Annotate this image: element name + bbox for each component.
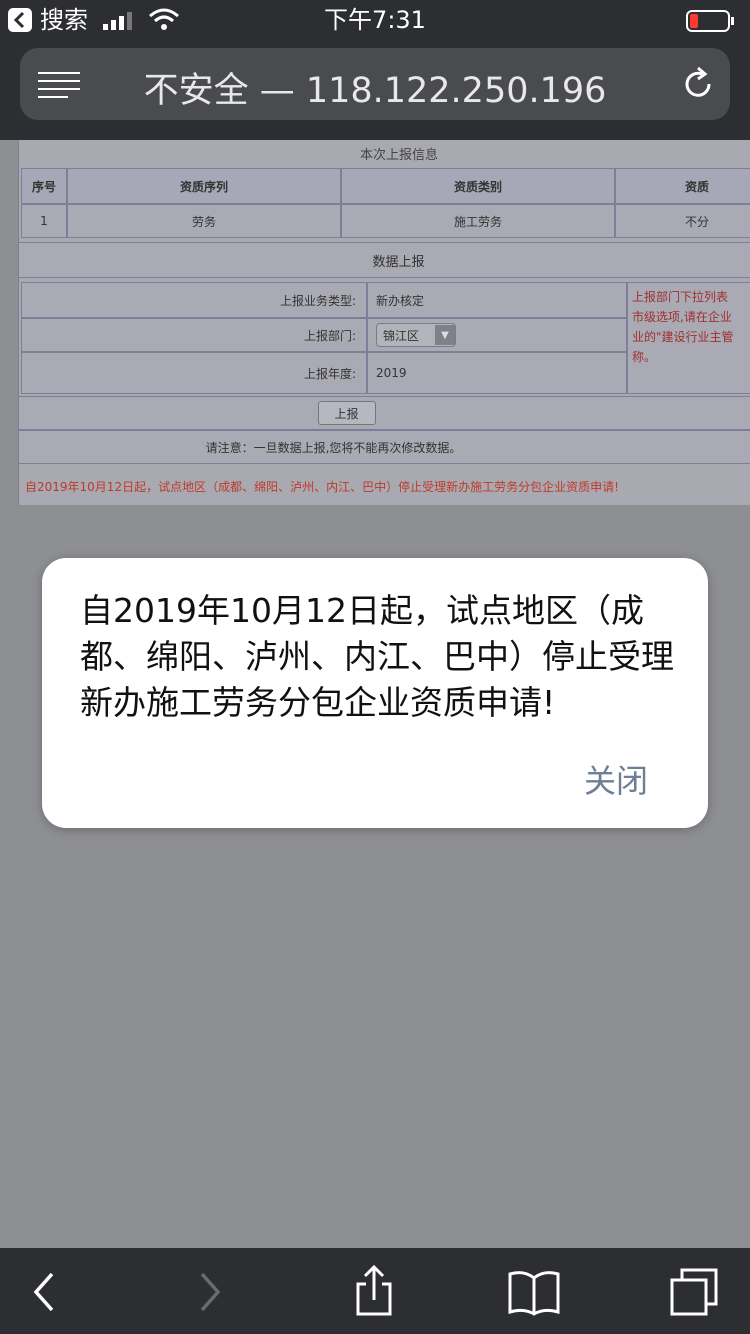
browser-toolbar bbox=[0, 1248, 750, 1334]
alert-dialog: 自2019年10月12日起，试点地区（成都、绵阳、泸州、内江、巴中）停止受理新办… bbox=[42, 558, 708, 828]
department-select-value: 锦江区 bbox=[383, 328, 420, 343]
reload-icon[interactable] bbox=[680, 66, 716, 102]
table-cell: 不分 bbox=[615, 204, 750, 238]
tabs-icon[interactable] bbox=[664, 1262, 724, 1322]
department-label: 上报部门: bbox=[21, 318, 367, 352]
side-note-line: 业的"建设行业主管 bbox=[632, 330, 734, 344]
year-value: 2019 bbox=[367, 352, 627, 394]
table-cell: 劳务 bbox=[67, 204, 341, 238]
side-note-line: 市级选项,请在企业 bbox=[632, 310, 732, 324]
table-cell: 施工劳务 bbox=[341, 204, 615, 238]
address-text[interactable]: 不安全 — 118.122.250.196 bbox=[20, 62, 730, 113]
col-header-index: 序号 bbox=[21, 168, 67, 204]
submit-row: 上报 bbox=[19, 396, 750, 430]
year-label: 上报年度: bbox=[21, 352, 367, 394]
department-field: 锦江区 ▼ bbox=[367, 318, 627, 352]
business-type-value: 新办核定 bbox=[367, 282, 627, 318]
bookmarks-icon[interactable] bbox=[504, 1262, 564, 1322]
report-panel: 本次上报信息 序号 资质序列 资质类别 资质 1 劳务 施工劳务 不分 数据上报… bbox=[18, 140, 750, 505]
notice-text: 自2019年10月12日起，试点地区（成都、绵阳、泸州、内江、巴中）停止受理新办… bbox=[25, 480, 619, 494]
side-note-line: 称。 bbox=[632, 350, 657, 364]
side-note: 上报部门下拉列表 市级选项,请在企业 业的"建设行业主管 称。 bbox=[627, 282, 750, 394]
address-bar[interactable]: 不安全 — 118.122.250.196 bbox=[20, 48, 730, 120]
submit-button[interactable]: 上报 bbox=[317, 401, 376, 425]
col-header-series: 资质序列 bbox=[67, 168, 341, 204]
battery-icon bbox=[686, 10, 736, 32]
forward-icon[interactable] bbox=[180, 1262, 240, 1322]
data-section-title: 数据上报 bbox=[19, 242, 750, 278]
col-header-category: 资质类别 bbox=[341, 168, 615, 204]
side-note-line: 上报部门下拉列表 bbox=[632, 290, 729, 304]
section-title: 本次上报信息 bbox=[359, 147, 438, 163]
col-header-level: 资质 bbox=[615, 168, 750, 204]
status-bar: 搜索 下午7:31 bbox=[0, 0, 750, 40]
alert-message: 自2019年10月12日起，试点地区（成都、绵阳、泸州、内江、巴中）停止受理新办… bbox=[80, 591, 674, 722]
warning-text: 请注意：一旦数据上报,您将不能再次修改数据。 bbox=[19, 430, 750, 464]
business-type-label: 上报业务类型: bbox=[21, 282, 367, 318]
share-icon[interactable] bbox=[344, 1262, 404, 1322]
table-cell: 1 bbox=[21, 204, 67, 238]
back-icon[interactable] bbox=[14, 1262, 74, 1322]
close-button[interactable]: 关闭 bbox=[584, 756, 648, 802]
department-select[interactable]: 锦江区 ▼ bbox=[376, 323, 456, 347]
chevron-down-icon: ▼ bbox=[435, 325, 455, 345]
status-time: 下午7:31 bbox=[324, 6, 426, 34]
